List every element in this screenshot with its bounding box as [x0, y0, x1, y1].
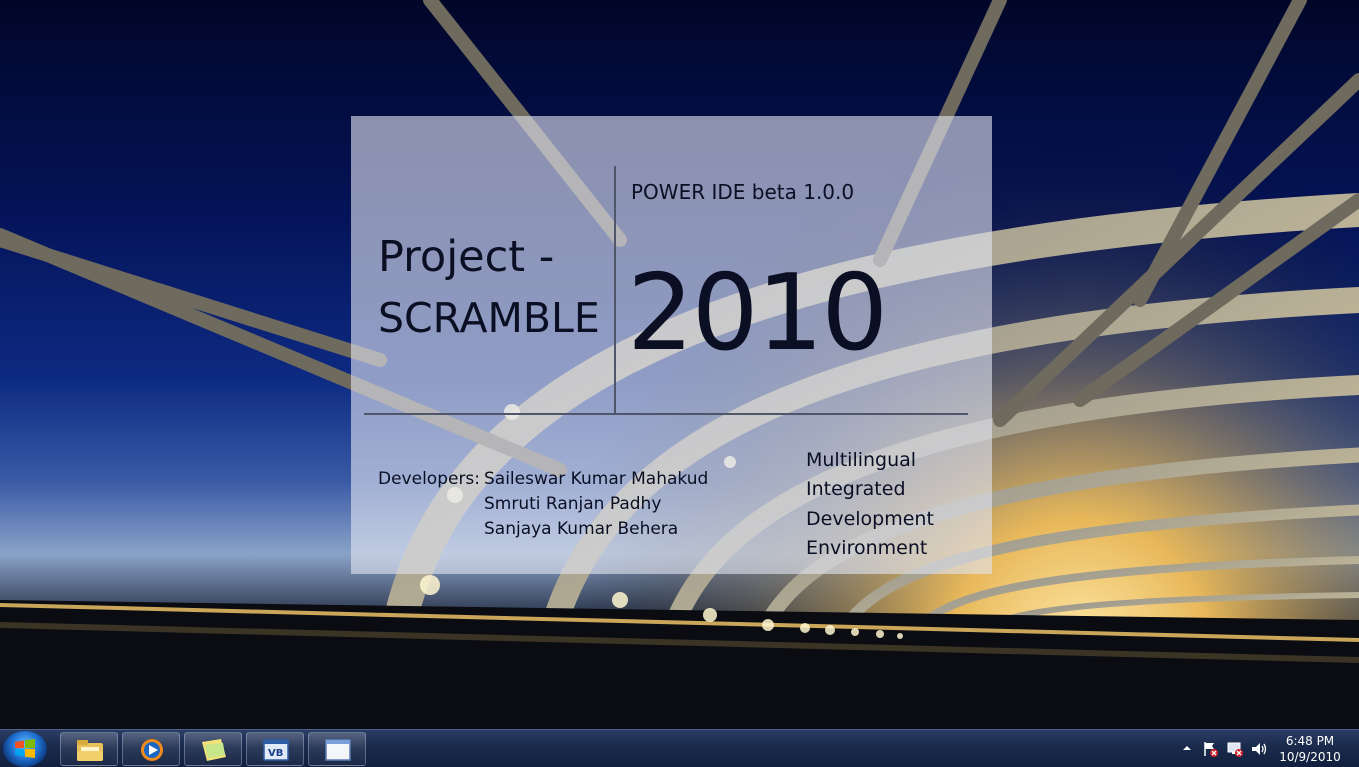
horizontal-divider — [364, 413, 968, 415]
project-title-line1: Project - — [378, 232, 555, 282]
tagline-line: Development — [806, 508, 934, 530]
taskbar-sticky-notes-button[interactable] — [184, 732, 242, 766]
sticky-notes-icon — [202, 739, 226, 761]
action-center-icon[interactable] — [1202, 740, 1220, 758]
visual-basic-icon: VB — [263, 739, 289, 761]
product-version: POWER IDE beta 1.0.0 — [631, 180, 855, 204]
system-clock[interactable]: 6:48 PM 10/9/2010 — [1270, 733, 1350, 765]
developer-name: Smruti Ranjan Padhy — [484, 494, 662, 514]
volume-icon[interactable] — [1250, 740, 1268, 758]
release-year: 2010 — [627, 252, 888, 374]
network-icon[interactable] — [1226, 740, 1244, 758]
media-player-icon — [141, 739, 163, 761]
clock-date: 10/9/2010 — [1279, 750, 1341, 764]
show-hidden-icons-icon[interactable] — [1181, 742, 1193, 754]
project-title-line2: SCRAMBLE — [378, 294, 600, 342]
svg-text:VB: VB — [268, 748, 283, 759]
taskbar: VB 6:48 PM 10/9/2010 — [0, 729, 1359, 767]
tagline-line: Integrated — [806, 478, 906, 500]
start-button[interactable] — [3, 731, 47, 767]
taskbar-visual-basic-button[interactable]: VB — [246, 732, 304, 766]
tagline-line: Multilingual — [806, 449, 917, 471]
splash-window: POWER IDE beta 1.0.0 Project - SCRAMBLE … — [351, 116, 992, 574]
taskbar-explorer-button[interactable] — [60, 732, 118, 766]
developers-label: Developers: — [378, 469, 481, 489]
taskbar-media-player-button[interactable] — [122, 732, 180, 766]
window-icon — [325, 739, 351, 761]
windows-explorer-icon — [77, 740, 103, 761]
desktop: POWER IDE beta 1.0.0 Project - SCRAMBLE … — [0, 0, 1359, 729]
tagline-line: Environment — [806, 537, 928, 559]
taskbar-window-button[interactable] — [308, 732, 366, 766]
developer-name: Saileswar Kumar Mahakud — [484, 469, 709, 489]
clock-time: 6:48 PM — [1285, 734, 1335, 748]
windows-logo-icon — [15, 739, 35, 758]
vertical-divider — [614, 166, 616, 414]
developer-name: Sanjaya Kumar Behera — [484, 519, 679, 539]
